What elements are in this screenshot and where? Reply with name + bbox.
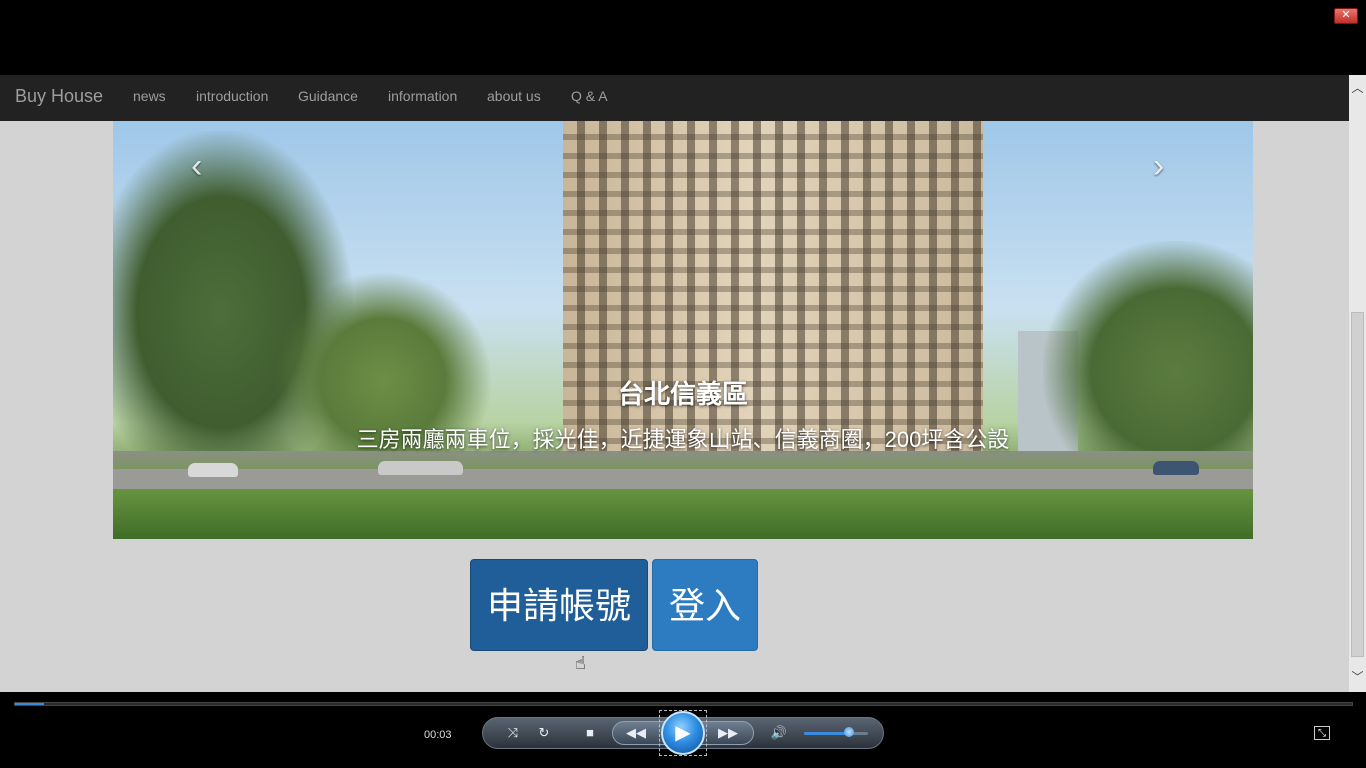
carousel-image-car — [1153, 461, 1199, 475]
play-button[interactable]: ▶ — [661, 711, 705, 755]
login-button[interactable]: 登入 — [652, 559, 758, 651]
carousel-next-icon[interactable]: › — [1153, 149, 1164, 183]
elapsed-time: 00:03 — [424, 729, 452, 741]
rewind-icon[interactable]: ◀◀ — [624, 725, 648, 741]
carousel-prev-icon[interactable]: ‹ — [191, 149, 202, 183]
carousel-image-road — [113, 469, 1253, 489]
nav-item-about-us[interactable]: about us — [487, 88, 541, 104]
shuffle-icon[interactable]: ⤨ — [504, 725, 522, 741]
nav-item-guidance[interactable]: Guidance — [298, 88, 358, 104]
media-player-controls: 00:03 ⤨ ↻ ■ ◀◀ ▶▶ ▶ 🔊 ⤡ — [0, 692, 1366, 768]
hand-cursor-icon: ☝ — [575, 653, 586, 673]
vertical-scrollbar[interactable]: ︿ ﹀ — [1349, 75, 1366, 692]
fast-forward-icon[interactable]: ▶▶ — [716, 725, 740, 741]
volume-level — [804, 732, 846, 735]
switch-to-library-icon[interactable]: ⤡ — [1314, 726, 1330, 740]
carousel-image-ground — [113, 451, 1253, 539]
seek-bar[interactable] — [14, 702, 1353, 706]
nav-item-qa[interactable]: Q & A — [571, 88, 608, 104]
volume-slider-knob[interactable] — [844, 727, 854, 737]
close-window-button[interactable]: ✕ — [1334, 8, 1358, 24]
scroll-up-icon[interactable]: ︿ — [1349, 79, 1366, 95]
seek-bar-progress — [15, 703, 45, 705]
volume-icon[interactable]: 🔊 — [769, 725, 789, 741]
hero-carousel: ‹ › 台北信義區 三房兩廳兩車位，採光佳，近捷運象山站、信義商圈，200坪含公… — [113, 121, 1253, 539]
carousel-caption-text: 三房兩廳兩車位，採光佳，近捷運象山站、信義商圈，200坪含公設 — [356, 427, 1010, 452]
scroll-down-icon[interactable]: ﹀ — [1349, 668, 1366, 684]
nav-item-information[interactable]: information — [388, 88, 457, 104]
carousel-indicators — [651, 537, 709, 539]
scrollbar-thumb[interactable] — [1351, 312, 1364, 657]
play-icon: ▶ — [675, 722, 691, 744]
carousel-image-car — [378, 461, 463, 475]
carousel-caption-title: 台北信義區 — [617, 379, 748, 409]
carousel-image-car — [188, 463, 238, 477]
window-title-bar: ✕ — [0, 0, 1366, 75]
navbar: Buy House news introduction Guidance inf… — [0, 75, 1349, 121]
register-account-button[interactable]: 申請帳號 — [470, 559, 648, 651]
repeat-icon[interactable]: ↻ — [535, 725, 553, 741]
browser-viewport: Buy House news introduction Guidance inf… — [0, 75, 1366, 692]
nav-item-introduction[interactable]: introduction — [196, 88, 268, 104]
nav-item-news[interactable]: news — [133, 88, 166, 104]
stop-icon[interactable]: ■ — [581, 725, 599, 740]
volume-slider[interactable] — [804, 732, 868, 735]
navbar-brand[interactable]: Buy House — [15, 86, 103, 107]
